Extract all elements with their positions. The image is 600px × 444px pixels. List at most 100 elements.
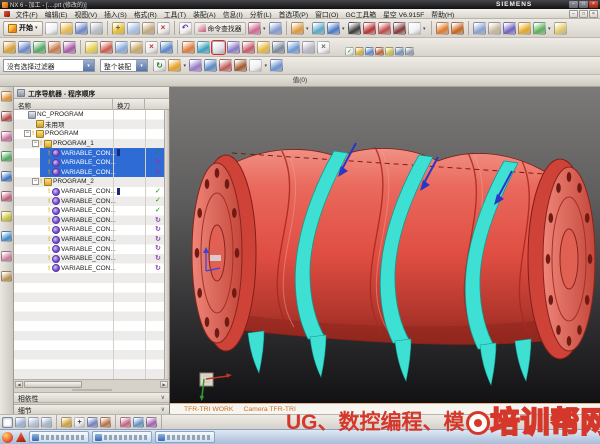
expander-icon[interactable]: [40, 246, 47, 253]
browser-icon[interactable]: [1, 191, 12, 202]
expander-icon[interactable]: [40, 198, 47, 205]
ruler-icon[interactable]: [554, 22, 567, 35]
create-operation-icon[interactable]: [63, 41, 76, 54]
orbit-tool-icon[interactable]: [146, 417, 157, 428]
display-red-sphere-icon[interactable]: [363, 22, 376, 35]
docked-dialog-strip[interactable]: 值(0): [0, 75, 600, 87]
visualize-icon[interactable]: ▾: [533, 22, 546, 35]
verify-ok-icon[interactable]: ✓: [345, 47, 354, 56]
expander-icon[interactable]: −: [32, 178, 39, 185]
start-button[interactable]: 开始 ▾: [3, 21, 43, 36]
taskbar-window-button[interactable]: [92, 431, 152, 443]
part-navigator-icon[interactable]: [1, 131, 12, 142]
feedrate-icon[interactable]: [182, 41, 195, 54]
expander-icon[interactable]: [40, 159, 47, 166]
column-name[interactable]: 名称: [14, 99, 113, 109]
taskbar-app-icon[interactable]: [2, 432, 13, 443]
machine-sim-icon[interactable]: [272, 41, 285, 54]
edit-object-icon[interactable]: [85, 41, 98, 54]
sketch-plus-icon[interactable]: +: [112, 22, 125, 35]
curve-tool-icon[interactable]: [312, 22, 325, 35]
doc-restore-button[interactable]: □: [579, 10, 588, 18]
rect-style-icon[interactable]: ▾: [249, 59, 262, 72]
undo-icon[interactable]: ↶: [179, 22, 192, 35]
minimize-button[interactable]: −: [569, 1, 578, 8]
refresh-icon[interactable]: ↻: [153, 59, 166, 72]
gem-icon[interactable]: [503, 22, 516, 35]
snap-curve-icon[interactable]: [100, 417, 111, 428]
snap-polygon-icon[interactable]: [87, 417, 98, 428]
graphics-viewport[interactable]: [170, 87, 600, 403]
menu-item[interactable]: 格式(R): [130, 9, 160, 19]
display-half-sphere-icon[interactable]: [393, 22, 406, 35]
menu-item[interactable]: 编辑(E): [41, 9, 71, 19]
save-icon[interactable]: [75, 22, 88, 35]
reuse-library-icon[interactable]: [1, 151, 12, 162]
chevron-collapse-icon[interactable]: ∨: [161, 394, 165, 401]
simulate-machine-icon[interactable]: [375, 47, 384, 56]
create-method-icon[interactable]: [48, 41, 61, 54]
menu-item[interactable]: 首选项(P): [275, 9, 311, 19]
expander-icon[interactable]: [24, 121, 31, 128]
chevron-down-icon[interactable]: ▾: [83, 60, 94, 71]
doc-minimize-button[interactable]: −: [569, 10, 578, 18]
menu-item[interactable]: 帮助(H): [428, 9, 458, 19]
probe-icon[interactable]: [257, 41, 270, 54]
display-dotted-sphere-icon[interactable]: [378, 22, 391, 35]
create-tool-icon[interactable]: [18, 41, 31, 54]
fly-through-icon[interactable]: [436, 22, 449, 35]
snap-midpoint-icon[interactable]: [204, 59, 217, 72]
dependencies-section[interactable]: 相依性 ∨: [14, 392, 169, 403]
menu-item[interactable]: 分析(L): [246, 9, 275, 19]
menu-item[interactable]: 插入(S): [101, 9, 131, 19]
expander-icon[interactable]: [40, 217, 47, 224]
menu-item[interactable]: 窗口(O): [312, 9, 342, 19]
snapshot-icon[interactable]: [473, 22, 486, 35]
scroll-right-icon[interactable]: ▶: [160, 381, 168, 388]
constraint-navigator-icon[interactable]: [1, 111, 12, 122]
taskbar-app-icon[interactable]: [16, 432, 26, 442]
display-object-icon[interactable]: [160, 41, 173, 54]
expander-icon[interactable]: [40, 255, 47, 262]
drill-icon[interactable]: [227, 41, 240, 54]
expander-icon[interactable]: [40, 207, 47, 214]
selection-ball-icon[interactable]: [269, 22, 282, 35]
expander-icon[interactable]: [40, 169, 47, 176]
work-cube-icon[interactable]: [270, 59, 283, 72]
column-toolchange[interactable]: 换刀: [113, 99, 145, 109]
history-palette-icon[interactable]: [1, 211, 12, 222]
view-checker-icon[interactable]: ▾: [291, 22, 304, 35]
taskbar-window-button[interactable]: [155, 431, 215, 443]
regenerate-icon[interactable]: [355, 47, 364, 56]
display-bw-sphere-icon[interactable]: [348, 22, 361, 35]
tree-horizontal-scrollbar[interactable]: ◀ ▶: [14, 379, 169, 388]
window-style-icon[interactable]: ▾: [408, 22, 421, 35]
workpiece-icon[interactable]: [197, 41, 210, 54]
list-output-icon[interactable]: [385, 47, 394, 56]
delete-object-icon[interactable]: ×: [145, 41, 158, 54]
close-button[interactable]: ×: [589, 1, 598, 8]
taskbar-window-button[interactable]: [29, 431, 89, 443]
zoom-tool-icon[interactable]: [133, 417, 144, 428]
paste-icon[interactable]: [142, 22, 155, 35]
copy-icon[interactable]: [127, 22, 140, 35]
turn-icon[interactable]: [242, 41, 255, 54]
panel-splitter[interactable]: [14, 388, 169, 392]
sparkle-icon[interactable]: [518, 22, 531, 35]
expander-icon[interactable]: [40, 236, 47, 243]
chevron-collapse-icon[interactable]: ∨: [161, 406, 165, 413]
menu-item[interactable]: 信息(I): [219, 9, 246, 19]
snap-point-menu-icon[interactable]: ▾: [168, 59, 181, 72]
expander-icon[interactable]: [16, 111, 23, 118]
camera-view-icon[interactable]: [395, 47, 404, 56]
process-studio-icon[interactable]: [1, 231, 12, 242]
command-finder-icon[interactable]: 命令查找器: [194, 22, 246, 35]
snap-plus-icon[interactable]: +: [74, 417, 85, 428]
scrollbar-thumb[interactable]: [24, 381, 82, 388]
select-scope-icon[interactable]: [15, 417, 26, 428]
doc-close-button[interactable]: ×: [589, 10, 598, 18]
chevron-down-icon[interactable]: ▾: [136, 60, 147, 71]
png-export-icon[interactable]: ▾: [248, 22, 261, 35]
expander-icon[interactable]: −: [24, 130, 31, 137]
expander-icon[interactable]: [40, 226, 47, 233]
